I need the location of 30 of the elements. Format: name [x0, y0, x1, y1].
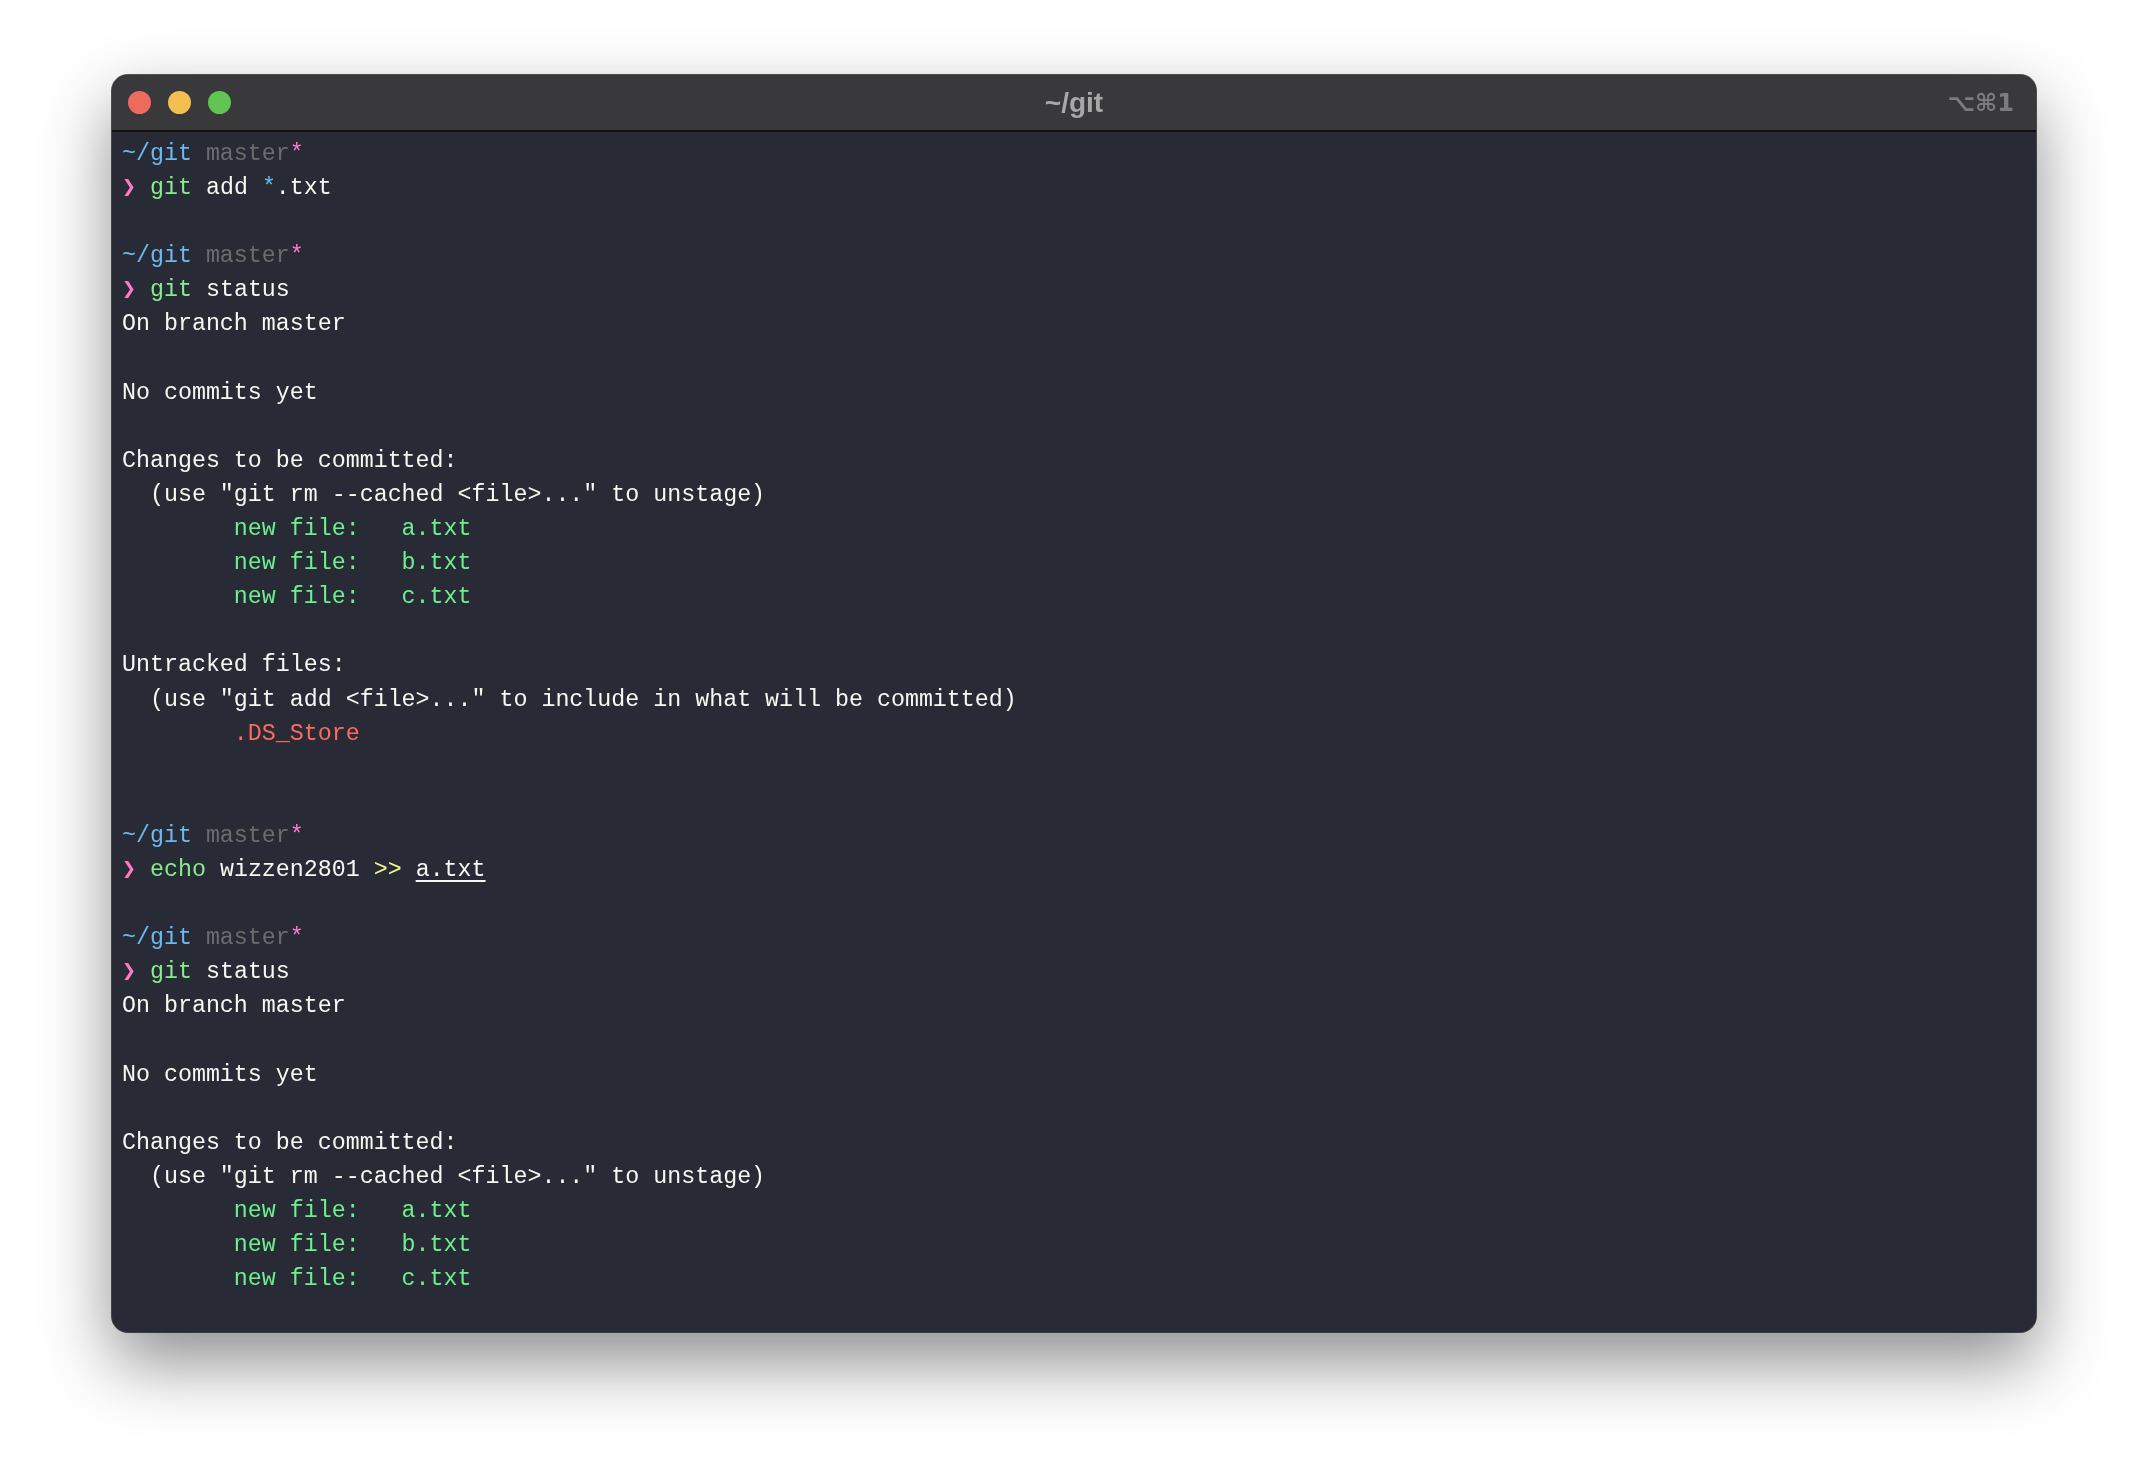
- terminal-line: ❯ git status: [122, 276, 290, 306]
- terminal-line: (use "git rm --cached <file>..." to unstage): [148, 1162, 766, 1192]
- terminal-line: ❯ git add *.txt: [122, 174, 332, 204]
- terminal-line: ❯ echo wizzen2801 >> a.txt: [122, 855, 486, 885]
- terminal-line: On branch master: [122, 310, 346, 340]
- terminal-line: ❯ git status: [122, 958, 290, 988]
- terminal-line: No commits yet: [122, 378, 318, 408]
- terminal-line: ~/git master*: [122, 242, 304, 272]
- terminal-line: new file: b.txt: [233, 549, 472, 579]
- terminal-line: new file: b.txt: [233, 1231, 472, 1260]
- terminal-line: ~/git master*: [122, 924, 304, 954]
- terminal-line: (use "git rm --cached <file>..." to unstage): [148, 480, 766, 510]
- minimize-button[interactable]: [168, 91, 191, 114]
- terminal-line: Changes to be committed:: [122, 446, 458, 476]
- terminal-line: Untracked files:: [122, 651, 346, 681]
- zoom-button[interactable]: [208, 91, 231, 114]
- window-title: ~/git: [1044, 86, 1104, 119]
- terminal-line: new file: c.txt: [233, 1265, 472, 1295]
- terminal-line: (use "git add <file>..." to include in what will be committed): [148, 685, 1017, 715]
- terminal-line: ~/git master*: [122, 140, 304, 169]
- terminal-line: new file: a.txt: [233, 515, 472, 545]
- terminal-line: new file: c.txt: [233, 583, 472, 613]
- shortcut-label: ⌥⌘1: [1947, 88, 2015, 117]
- terminal-line: .DS_Store: [233, 719, 360, 749]
- terminal-line: ~/git master*: [122, 821, 304, 851]
- terminal-line: No commits yet: [122, 1060, 318, 1090]
- terminal-line: new file: a.txt: [233, 1196, 472, 1226]
- terminal-line: Changes to be committed:: [122, 1128, 458, 1158]
- terminal-line: On branch master: [122, 992, 346, 1022]
- close-button[interactable]: [128, 91, 151, 114]
